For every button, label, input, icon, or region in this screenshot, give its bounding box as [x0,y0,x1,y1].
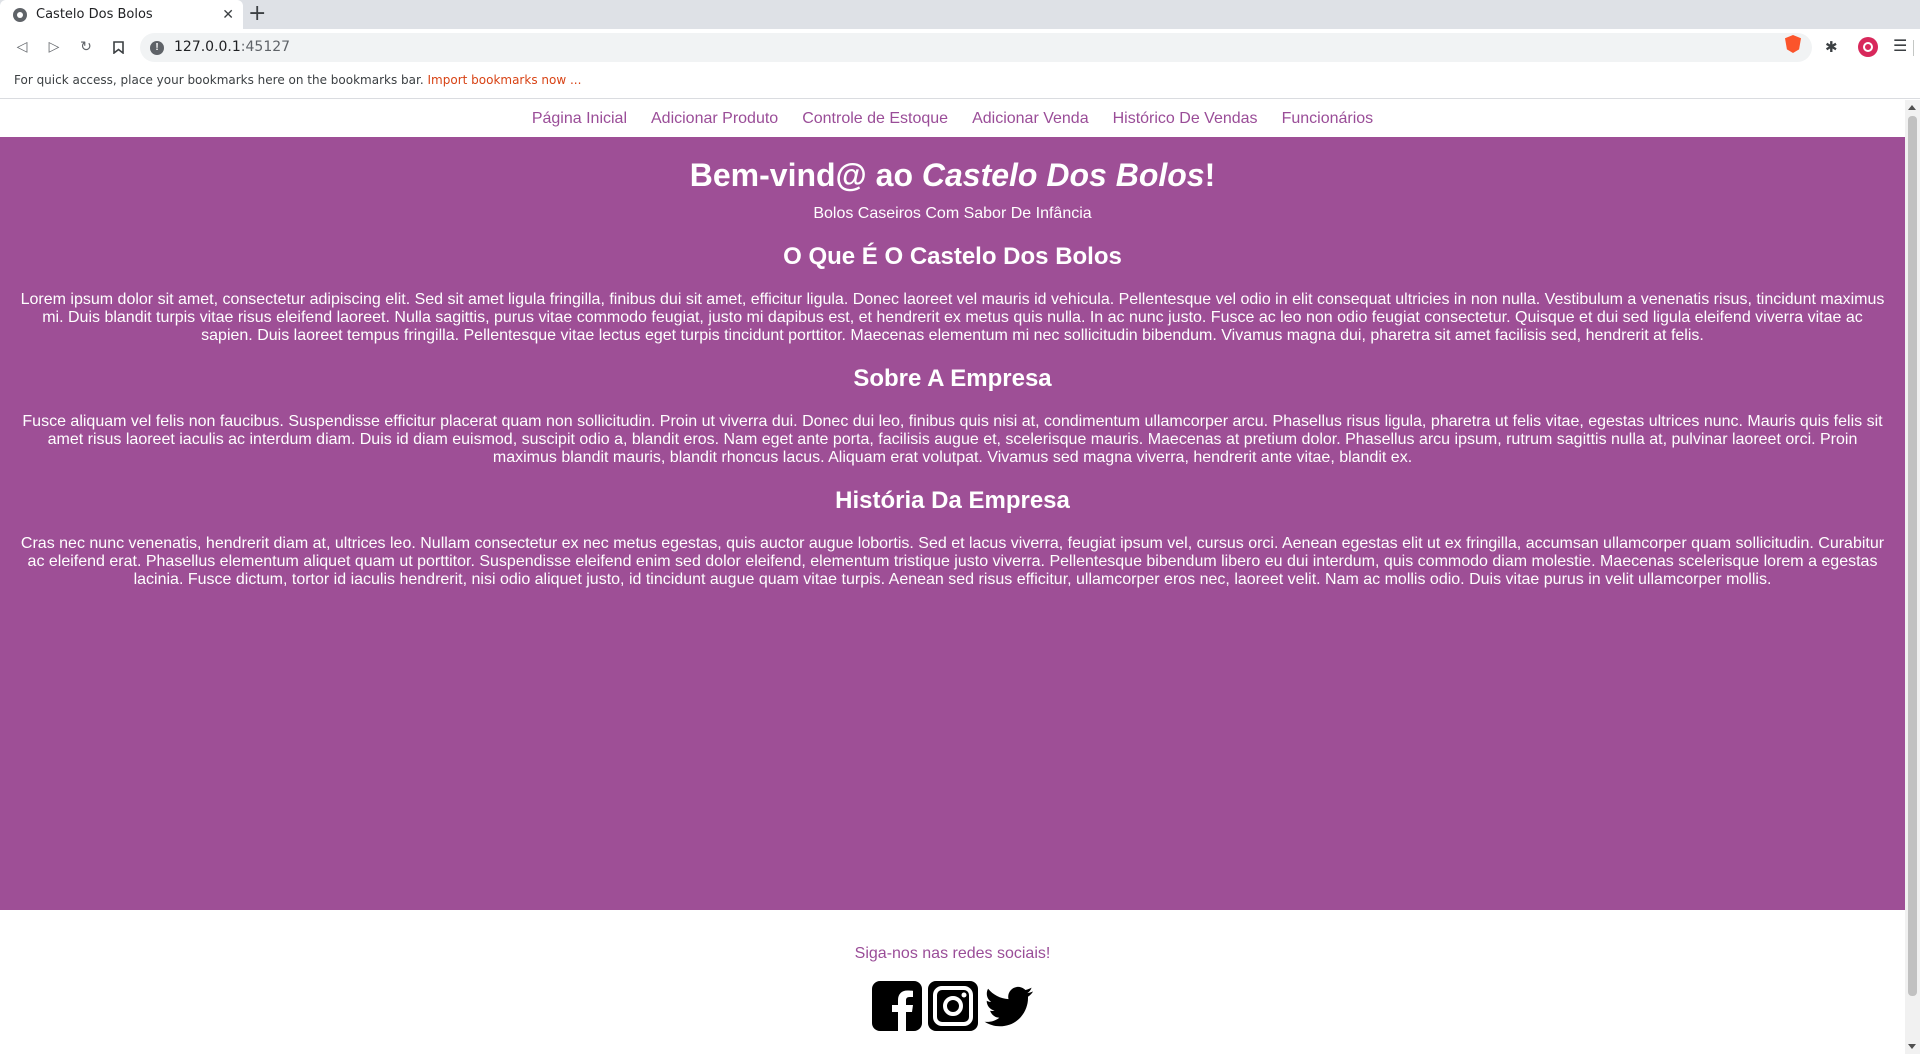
url-host: 127.0.0.1 [174,39,241,55]
section-heading-history: História Da Empresa [835,487,1070,514]
instagram-icon[interactable] [927,980,979,1032]
tagline: Bolos Caseiros Com Sabor De Infância [813,205,1092,222]
profile-icon[interactable] [1858,37,1878,57]
extensions-icon[interactable]: ✱ [1825,39,1841,55]
section-heading-what: O Que É O Castelo Dos Bolos [783,243,1122,270]
nav-funcionarios[interactable]: Funcionários [1282,110,1374,128]
url-text[interactable]: 127.0.0.1:45127 [174,39,290,55]
section-text-history: Cras nec nunc venenatis, hendrerit diam … [20,535,1885,588]
footer: Siga-nos nas redes sociais! [0,910,1905,1054]
address-bar-divider [1913,40,1914,56]
globe-icon [13,7,27,22]
nav-historico-vendas[interactable]: Histórico De Vendas [1113,110,1258,128]
nav-pagina-inicial[interactable]: Página Inicial [532,110,627,128]
twitter-icon[interactable] [983,980,1035,1032]
nav-controle-estoque[interactable]: Controle de Estoque [802,110,948,128]
title-prefix: Bem-vind@ ao [689,157,922,193]
menu-icon[interactable]: ☰ [1893,36,1907,55]
page-viewport: Página Inicial Adicionar Produto Control… [0,100,1905,1054]
tab-strip: Castelo Dos Bolos ✕ + [0,0,1920,29]
bookmarks-bar: For quick access, place your bookmarks h… [0,66,1920,99]
new-tab-button[interactable]: + [248,2,266,26]
back-icon[interactable]: ◁ [12,37,32,57]
facebook-icon[interactable] [871,980,923,1032]
import-bookmarks-link[interactable]: Import bookmarks now ... [428,73,582,87]
page-scrollbar[interactable] [1905,100,1920,1054]
page-title: Bem-vind@ ao Castelo Dos Bolos! [0,157,1905,193]
title-brand: Castelo Dos Bolos [921,157,1205,193]
section-text-what: Lorem ipsum dolor sit amet, consectetur … [20,291,1885,344]
nav-adicionar-venda[interactable]: Adicionar Venda [972,110,1089,128]
url-port: :45127 [240,39,291,55]
main-content: Bem-vind@ ao Castelo Dos Bolos! Bolos Ca… [0,137,1905,910]
browser-tab[interactable]: Castelo Dos Bolos ✕ [0,0,243,29]
forward-icon[interactable]: ▷ [44,37,64,57]
nav-adicionar-produto[interactable]: Adicionar Produto [651,110,778,128]
social-links [0,980,1905,1032]
title-suffix: ! [1204,157,1216,193]
scroll-up-icon[interactable] [1908,105,1916,110]
reload-icon[interactable]: ↻ [76,37,96,57]
tab-title: Castelo Dos Bolos [36,7,153,22]
section-heading-about: Sobre A Empresa [853,365,1052,392]
bookmarks-prompt: For quick access, place your bookmarks h… [14,73,424,87]
footer-text: Siga-nos nas redes sociais! [854,945,1051,962]
site-info-icon[interactable]: ! [150,41,164,55]
scroll-thumb[interactable] [1908,116,1917,996]
section-text-about: Fusce aliquam vel felis non faucibus. Su… [22,413,1883,466]
bookmark-icon[interactable] [108,37,128,57]
address-bar[interactable]: ! 127.0.0.1:45127 [140,33,1914,62]
browser-toolbar: ◁ ▷ ↻ ! 127.0.0.1:45127 ✱ ☰ [0,29,1920,66]
site-nav: Página Inicial Adicionar Produto Control… [0,100,1905,137]
close-tab-icon[interactable]: ✕ [222,7,234,23]
scroll-down-icon[interactable] [1908,1044,1916,1049]
